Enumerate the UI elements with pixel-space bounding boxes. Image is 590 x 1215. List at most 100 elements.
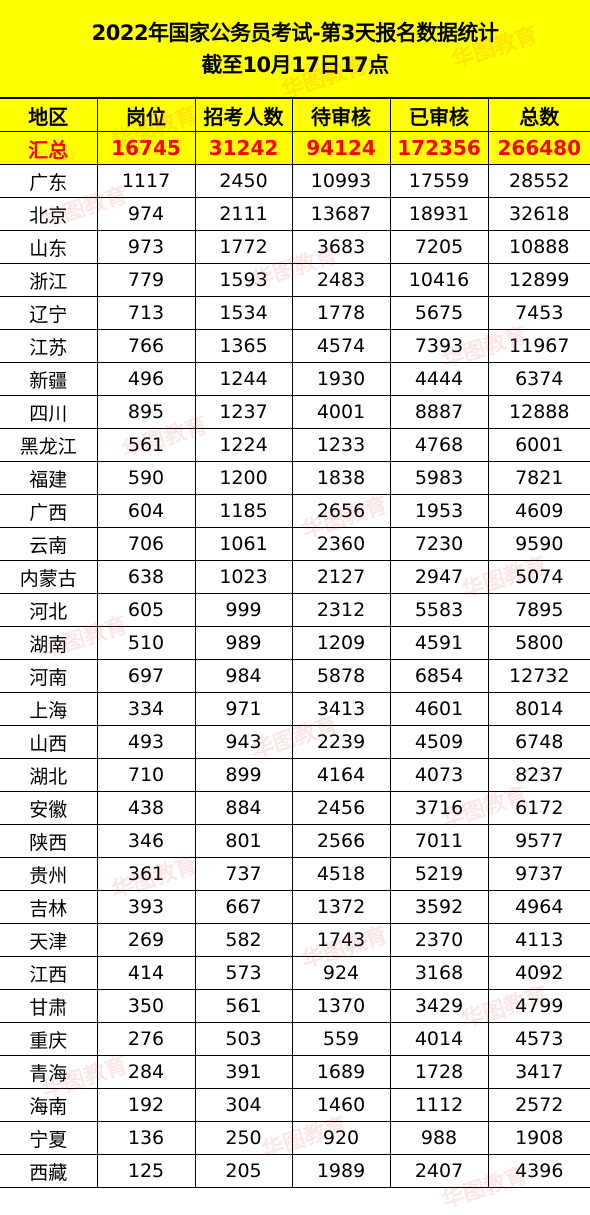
cell-positions: 334	[96, 692, 196, 726]
cell-total: 9590	[487, 527, 590, 561]
summary-label: 汇总	[0, 131, 98, 165]
cell-recruits: 984	[194, 659, 293, 693]
cell-total: 10888	[487, 230, 590, 264]
cell-positions: 973	[96, 230, 196, 264]
cell-region: 河南	[0, 659, 98, 693]
header-recruits: 招考人数	[194, 98, 293, 132]
cell-pending: 1372	[291, 890, 391, 924]
cell-recruits: 1593	[194, 263, 293, 297]
cell-approved: 7230	[389, 527, 489, 561]
cell-approved: 7205	[389, 230, 489, 264]
cell-positions: 496	[96, 362, 196, 396]
cell-recruits: 737	[194, 857, 293, 891]
cell-total: 6172	[487, 791, 590, 825]
cell-approved: 2407	[389, 1154, 489, 1188]
cell-pending: 13687	[291, 197, 391, 231]
table-row: 西藏 125 205 1989 2407 4396	[0, 1154, 590, 1188]
table-row: 广东 1117 2450 10993 17559 28552	[0, 164, 590, 198]
cell-positions: 276	[96, 1022, 196, 1056]
table-row: 湖南 510 989 1209 4591 5800	[0, 626, 590, 660]
cell-recruits: 667	[194, 890, 293, 924]
table-row: 宁夏 136 250 920 988 1908	[0, 1121, 590, 1155]
cell-region: 河北	[0, 593, 98, 627]
cell-region: 天津	[0, 923, 98, 957]
cell-positions: 284	[96, 1055, 196, 1089]
cell-positions: 510	[96, 626, 196, 660]
cell-total: 2572	[487, 1088, 590, 1122]
cell-total: 1908	[487, 1121, 590, 1155]
cell-pending: 2483	[291, 263, 391, 297]
cell-approved: 7393	[389, 329, 489, 363]
cell-region: 广西	[0, 494, 98, 528]
cell-total: 6001	[487, 428, 590, 462]
cell-pending: 559	[291, 1022, 391, 1056]
summary-approved: 172356	[389, 131, 489, 165]
cell-pending: 1778	[291, 296, 391, 330]
cell-region: 山西	[0, 725, 98, 759]
cell-recruits: 999	[194, 593, 293, 627]
cell-region: 北京	[0, 197, 98, 231]
cell-pending: 4574	[291, 329, 391, 363]
cell-approved: 1953	[389, 494, 489, 528]
cell-approved: 6854	[389, 659, 489, 693]
cell-total: 7453	[487, 296, 590, 330]
table-row: 广西 604 1185 2656 1953 4609	[0, 494, 590, 528]
cell-pending: 2566	[291, 824, 391, 858]
cell-total: 4396	[487, 1154, 590, 1188]
cell-approved: 988	[389, 1121, 489, 1155]
cell-positions: 605	[96, 593, 196, 627]
cell-approved: 3168	[389, 956, 489, 990]
cell-total: 9577	[487, 824, 590, 858]
cell-region: 青海	[0, 1055, 98, 1089]
cell-pending: 2360	[291, 527, 391, 561]
cell-recruits: 1185	[194, 494, 293, 528]
table-row: 新疆 496 1244 1930 4444 6374	[0, 362, 590, 396]
summary-pending: 94124	[291, 131, 391, 165]
cell-pending: 1930	[291, 362, 391, 396]
cell-positions: 974	[96, 197, 196, 231]
registration-table: 地区 岗位 招考人数 待审核 已审核 总数 汇总 16745 31242 941…	[0, 98, 590, 1188]
page-title: 2022年国家公务员考试-第3天报名数据统计	[91, 20, 499, 45]
cell-positions: 269	[96, 923, 196, 957]
table-row: 湖北 710 899 4164 4073 8237	[0, 758, 590, 792]
table-row: 福建 590 1200 1838 5983 7821	[0, 461, 590, 495]
cell-recruits: 801	[194, 824, 293, 858]
header-region: 地区	[0, 98, 98, 132]
cell-approved: 4601	[389, 692, 489, 726]
cell-region: 西藏	[0, 1154, 98, 1188]
cell-positions: 438	[96, 791, 196, 825]
table-row: 青海 284 391 1689 1728 3417	[0, 1055, 590, 1089]
cell-positions: 125	[96, 1154, 196, 1188]
cell-pending: 10993	[291, 164, 391, 198]
table-row: 贵州 361 737 4518 5219 9737	[0, 857, 590, 891]
cell-approved: 4444	[389, 362, 489, 396]
table-row: 江西 414 573 924 3168 4092	[0, 956, 590, 990]
cell-pending: 1689	[291, 1055, 391, 1089]
cell-recruits: 943	[194, 725, 293, 759]
cell-region: 四川	[0, 395, 98, 429]
header-approved: 已审核	[389, 98, 489, 132]
cell-total: 4113	[487, 923, 590, 957]
table-row: 北京 974 2111 13687 18931 32618	[0, 197, 590, 231]
cell-region: 广东	[0, 164, 98, 198]
cell-positions: 192	[96, 1088, 196, 1122]
cell-total: 6748	[487, 725, 590, 759]
cell-recruits: 971	[194, 692, 293, 726]
cell-region: 云南	[0, 527, 98, 561]
cell-recruits: 250	[194, 1121, 293, 1155]
cell-total: 8237	[487, 758, 590, 792]
cell-total: 32618	[487, 197, 590, 231]
cell-approved: 4509	[389, 725, 489, 759]
cell-approved: 1112	[389, 1088, 489, 1122]
cell-positions: 590	[96, 461, 196, 495]
cell-region: 吉林	[0, 890, 98, 924]
cell-positions: 710	[96, 758, 196, 792]
summary-positions: 16745	[96, 131, 196, 165]
cell-recruits: 1224	[194, 428, 293, 462]
header-pending: 待审核	[291, 98, 391, 132]
cell-pending: 1370	[291, 989, 391, 1023]
cell-approved: 2947	[389, 560, 489, 594]
cell-total: 28552	[487, 164, 590, 198]
cell-approved: 3429	[389, 989, 489, 1023]
cell-pending: 1838	[291, 461, 391, 495]
